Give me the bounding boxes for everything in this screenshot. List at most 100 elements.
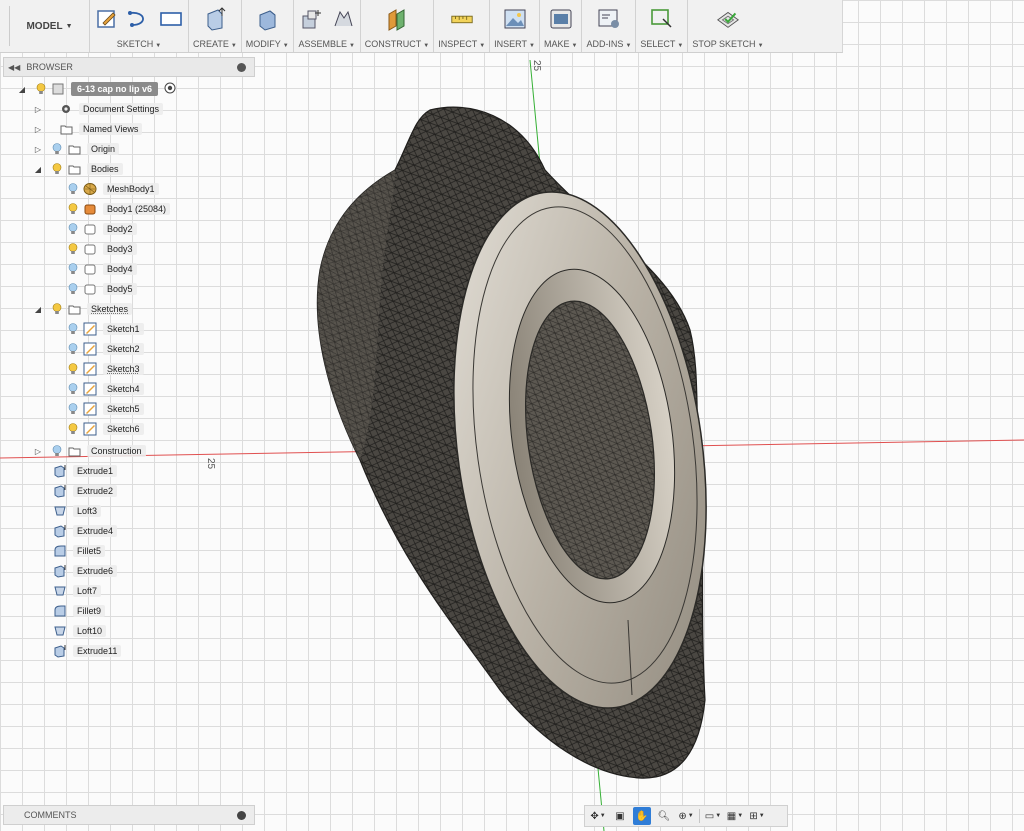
feature-extrude11[interactable]: Extrude11 [49,642,122,660]
tree-item-body2[interactable]: Body2 [67,220,137,238]
lightbulb-off-icon[interactable] [51,444,63,458]
toolbar-group-create[interactable]: CREATE ▼ [189,0,242,52]
3d-print-icon[interactable] [548,6,574,32]
feature-fillet5[interactable]: Fillet5 [49,542,106,560]
triangle-collapsed-icon[interactable]: ▷ [33,446,43,456]
tree-root[interactable]: ◢ 6-13 cap no lip v6 [17,80,176,98]
toolbar-group-inspect[interactable]: INSPECT ▼ [434,0,491,52]
toolbar-group-construct[interactable]: CONSTRUCT ▼ [361,0,435,52]
pan-button[interactable]: ✋ [633,807,651,825]
lightbulb-on-icon[interactable] [51,162,63,176]
chevron-down-icon: ▼ [599,813,606,819]
lightbulb-on-icon[interactable] [67,242,79,256]
scripts-addins-icon[interactable] [596,6,622,32]
tree-item-sketch3[interactable]: Sketch3 [67,360,144,378]
tree-item-body1[interactable]: Body1 (25084) [67,200,171,218]
lightbulb-off-icon[interactable] [67,222,79,236]
stop-sketch-icon[interactable] [715,6,741,32]
toolbar-group-addins[interactable]: ADD-INS ▼ [582,0,637,52]
collapse-panel-icon[interactable]: ◀◀ [8,63,20,72]
grid-settings-button[interactable]: ▦ ▼ [726,807,744,825]
pin-icon[interactable] [237,62,246,72]
triangle-expanded-icon[interactable]: ◢ [33,304,43,314]
pin-icon[interactable] [237,810,246,820]
radio-active-icon[interactable] [164,82,176,96]
offset-plane-icon[interactable] [384,6,410,32]
triangle-collapsed-icon[interactable]: ▷ [33,144,43,154]
triangle-expanded-icon[interactable]: ◢ [33,164,43,174]
lightbulb-off-icon[interactable] [67,402,79,416]
tree-item-sketch6[interactable]: Sketch6 [67,420,144,438]
orbit-button[interactable]: ✥ ▼ [589,807,607,825]
feature-fillet9[interactable]: Fillet9 [49,602,106,620]
lightbulb-on-icon[interactable] [67,202,79,216]
browser-panel-header[interactable]: ◀◀ BROWSER [3,57,255,77]
triangle-collapsed-icon[interactable]: ▷ [33,124,43,134]
feature-loft3[interactable]: Loft3 [49,502,102,520]
lightbulb-off-icon[interactable] [67,282,79,296]
lightbulb-on-icon[interactable] [67,422,79,436]
tree-item-body4[interactable]: Body4 [67,260,137,278]
toolbar-group-insert[interactable]: INSERT ▼ [490,0,540,52]
select-icon[interactable] [649,6,675,32]
press-pull-icon[interactable] [254,6,280,32]
create-sketch-icon[interactable] [94,6,120,32]
tree-item-sketches[interactable]: ◢ Sketches [33,300,133,318]
feature-extrude2[interactable]: Extrude2 [49,482,118,500]
3d-viewport[interactable]: 25 25 [0,0,1024,831]
rectangle-tool-icon[interactable] [158,6,184,32]
lightbulb-on-icon[interactable] [51,302,63,316]
tree-item-sketch2[interactable]: Sketch2 [67,340,144,358]
extrude-icon[interactable] [202,6,228,32]
toolbar-group-assemble[interactable]: ASSEMBLE ▼ [294,0,361,52]
triangle-collapsed-icon[interactable]: ▷ [33,104,43,114]
new-component-icon[interactable] [298,6,324,32]
comments-panel[interactable]: COMMENTS [3,805,255,825]
toolbar-group-modify[interactable]: MODIFY ▼ [242,0,294,52]
tree-item-construction[interactable]: ▷ Construction [33,442,146,460]
lightbulb-off-icon[interactable] [67,322,79,336]
lightbulb-off-icon[interactable] [67,342,79,356]
viewports-button[interactable]: ⊞ ▼ [748,807,766,825]
arc-tool-icon[interactable] [126,6,152,32]
tree-item-meshbody1[interactable]: MeshBody1 [67,180,159,198]
feature-label: Fillet9 [73,605,106,617]
lightbulb-off-icon[interactable] [67,182,79,196]
lightbulb-off-icon[interactable] [67,262,79,276]
lightbulb-on-icon[interactable] [67,362,79,376]
tree-item-body5[interactable]: Body5 [67,280,137,298]
toolbar-grip[interactable] [0,6,10,46]
tree-item-sketch1[interactable]: Sketch1 [67,320,144,338]
toolbar-group-make[interactable]: MAKE ▼ [540,0,583,52]
feature-loft7[interactable]: Loft7 [49,582,102,600]
make-menu-label: MAKE [543,39,570,49]
display-settings-button[interactable]: ▭ ▼ [704,807,722,825]
feature-loft10[interactable]: Loft10 [49,622,107,640]
joint-icon[interactable] [330,6,356,32]
zoom-button[interactable]: 🔍︎ [655,807,673,825]
lightbulb-off-icon[interactable] [67,382,79,396]
look-at-button[interactable]: ▣ [611,807,629,825]
tree-item-named-views[interactable]: ▷ Named Views [33,120,143,138]
navigation-bar: ✥ ▼ ▣ ✋ 🔍︎ ⊕ ▼ ▭ ▼ ▦ ▼ ⊞ ▼ [584,805,788,827]
tree-item-document-settings[interactable]: ▷ Document Settings [33,100,164,118]
feature-extrude6[interactable]: Extrude6 [49,562,118,580]
feature-extrude4[interactable]: Extrude4 [49,522,118,540]
toolbar-group-sketch[interactable]: SKETCH ▼ [90,0,189,52]
measure-icon[interactable] [449,6,475,32]
zoom-window-button[interactable]: ⊕ ▼ [677,807,695,825]
model-scene[interactable] [0,0,1024,831]
toolbar-group-select[interactable]: SELECT ▼ [636,0,689,52]
tree-item-origin[interactable]: ▷ Origin [33,140,120,158]
lightbulb-off-icon[interactable] [51,142,63,156]
lightbulb-on-icon[interactable] [35,82,47,96]
feature-extrude1[interactable]: Extrude1 [49,462,118,480]
toolbar-group-stop-sketch[interactable]: STOP SKETCH ▼ [688,0,767,52]
triangle-expanded-icon[interactable]: ◢ [17,84,27,94]
tree-item-sketch4[interactable]: Sketch4 [67,380,144,398]
insert-image-icon[interactable] [502,6,528,32]
workspace-switcher[interactable]: MODEL ▼ [10,0,90,52]
tree-item-body3[interactable]: Body3 [67,240,137,258]
tree-item-sketch5[interactable]: Sketch5 [67,400,144,418]
tree-item-bodies[interactable]: ◢ Bodies [33,160,123,178]
